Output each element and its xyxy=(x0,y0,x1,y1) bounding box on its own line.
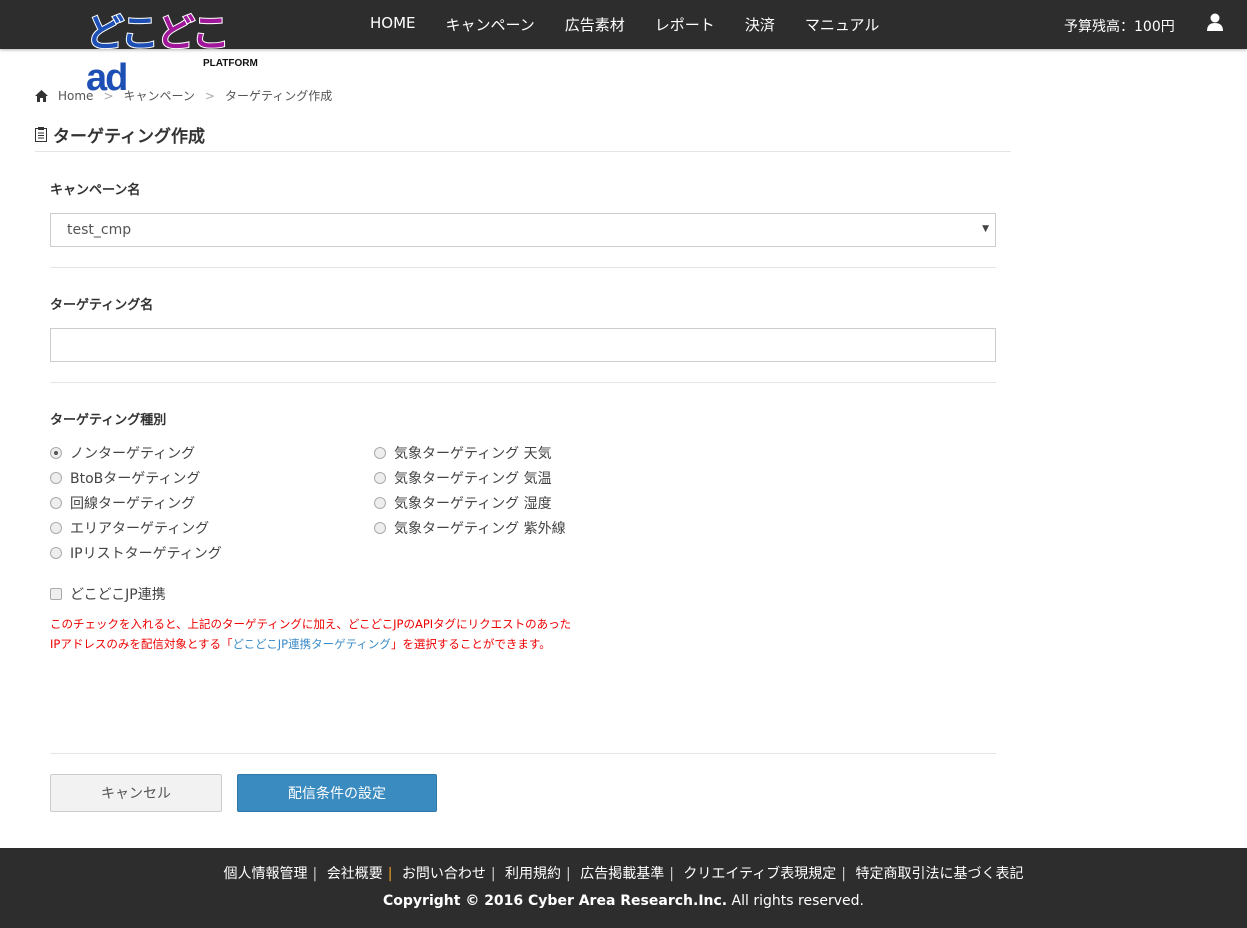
radio-area[interactable]: エリアターゲティング xyxy=(50,518,209,538)
radio-temperature[interactable]: 気象ターゲティング 気温 xyxy=(374,468,552,488)
radio-ip-list[interactable]: IPリストターゲティング xyxy=(50,543,222,563)
top-navbar: どこどこad PLATFORM HOME キャンペーン 広告素材 レポート 決済… xyxy=(0,0,1247,100)
copyright: Copyright © 2016 Cyber Area Research.Inc… xyxy=(383,893,864,909)
footer-link-company[interactable]: 会社概要 xyxy=(327,866,383,882)
radio-uv[interactable]: 気象ターゲティング 紫外線 xyxy=(374,518,566,538)
breadcrumb-home[interactable]: Home xyxy=(58,89,93,103)
radio-line[interactable]: 回線ターゲティング xyxy=(50,493,195,513)
menu-manual[interactable]: マニュアル xyxy=(805,14,880,35)
footer-link-creative-rules[interactable]: クリエイティブ表現規定 xyxy=(683,866,836,882)
campaign-value: test_cmp xyxy=(67,222,132,238)
menu-creative[interactable]: 広告素材 xyxy=(565,14,625,35)
footer-link-privacy[interactable]: 個人情報管理 xyxy=(224,866,308,882)
footer-link-ad-standards[interactable]: 広告掲載基準 xyxy=(580,866,664,882)
menu-payment[interactable]: 決済 xyxy=(745,14,775,35)
divider xyxy=(50,753,996,754)
breadcrumb-campaign[interactable]: キャンペーン xyxy=(124,87,195,104)
radio-humidity[interactable]: 気象ターゲティング 湿度 xyxy=(374,493,552,513)
page-title-text: ターゲティング作成 xyxy=(53,127,205,147)
divider xyxy=(50,267,996,268)
menu-home[interactable]: HOME xyxy=(370,14,416,35)
caret-down-icon: ▼ xyxy=(982,224,989,234)
breadcrumb: Home > キャンペーン > ターゲティング作成 xyxy=(35,87,332,104)
jp-link-checkbox[interactable]: どこどこJP連携 xyxy=(50,584,166,604)
targeting-name-label: ターゲティング名 xyxy=(50,298,154,313)
logo-sub: PLATFORM xyxy=(203,58,258,69)
campaign-select[interactable]: test_cmp ▼ xyxy=(50,213,996,247)
main-menu: HOME キャンペーン 広告素材 レポート 決済 マニュアル xyxy=(370,14,879,35)
budget-balance: 予算残高：100円 xyxy=(1064,19,1175,35)
home-icon xyxy=(35,89,48,102)
page-title: ターゲティング作成 xyxy=(35,122,205,147)
divider xyxy=(50,382,996,383)
menu-campaign[interactable]: キャンペーン xyxy=(446,14,535,35)
footer-link-contact[interactable]: お問い合わせ xyxy=(402,866,486,882)
set-delivery-conditions-button[interactable]: 配信条件の設定 xyxy=(237,774,437,812)
jp-link-note: このチェックを入れると、上記のターゲティングに加え、どこどこJPのAPIタグにリ… xyxy=(50,617,572,651)
footer-link-terms[interactable]: 利用規約 xyxy=(505,866,561,882)
menu-report[interactable]: レポート xyxy=(655,14,715,35)
campaign-label: キャンペーン名 xyxy=(50,183,141,198)
footer: 個人情報管理 | 会社概要 | お問い合わせ | 利用規約 | 広告掲載基準 | クリエイ… xyxy=(0,848,1247,928)
footer-link-commerce-law[interactable]: 特定商取引法に基づく表記 xyxy=(855,866,1023,882)
radio-weather[interactable]: 気象ターゲティング 天気 xyxy=(374,443,552,463)
divider xyxy=(35,151,1011,152)
breadcrumb-current: ターゲティング作成 xyxy=(224,89,333,103)
user-icon[interactable] xyxy=(1207,13,1223,31)
radio-btob[interactable]: BtoBターゲティング xyxy=(50,468,200,488)
targeting-name-input[interactable] xyxy=(50,328,996,362)
logo[interactable]: どこどこad PLATFORM xyxy=(85,2,258,100)
radio-non-targeting[interactable]: ノンターゲティング xyxy=(50,443,195,463)
cancel-button[interactable]: キャンセル xyxy=(50,774,222,812)
targeting-type-label: ターゲティング種別 xyxy=(50,413,167,428)
clipboard-icon xyxy=(35,127,47,142)
